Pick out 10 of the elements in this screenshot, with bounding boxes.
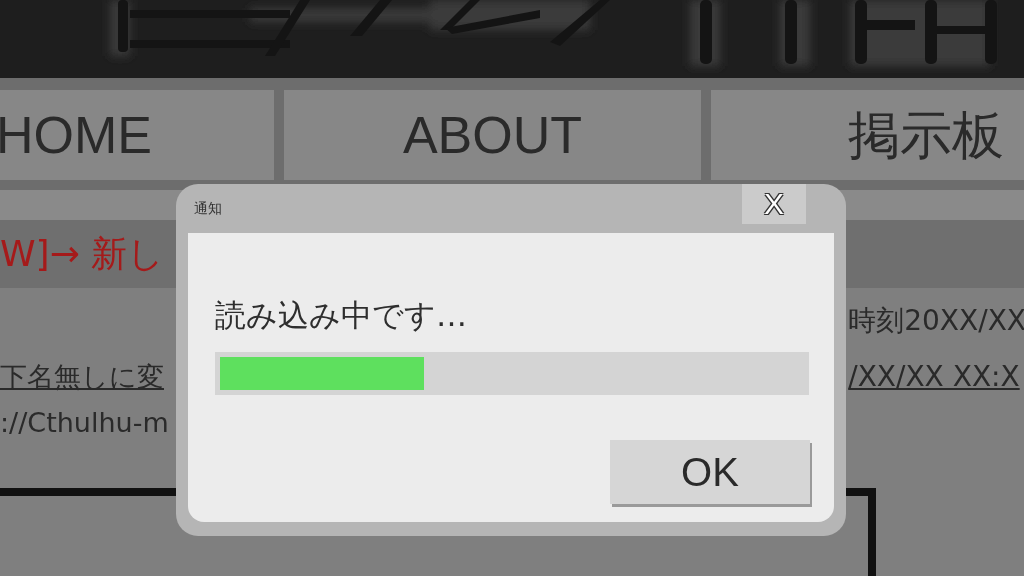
nav-tab[interactable]: HOME [0, 90, 274, 180]
post-text: ://Cthulhu-m [0, 406, 169, 440]
nav-tab[interactable]: ABOUT [284, 90, 701, 180]
notice-text: W]→ 新し [0, 231, 165, 276]
dialog-title: 通知 [194, 200, 222, 218]
ok-button[interactable]: OK [610, 440, 810, 504]
post-text: 下名無しに変 [0, 360, 165, 394]
nav-tab[interactable]: 掲示板 [711, 90, 1024, 180]
post-text: /XX/XX XX:X [848, 360, 1021, 394]
loading-message: 読み込み中です… [215, 296, 468, 335]
